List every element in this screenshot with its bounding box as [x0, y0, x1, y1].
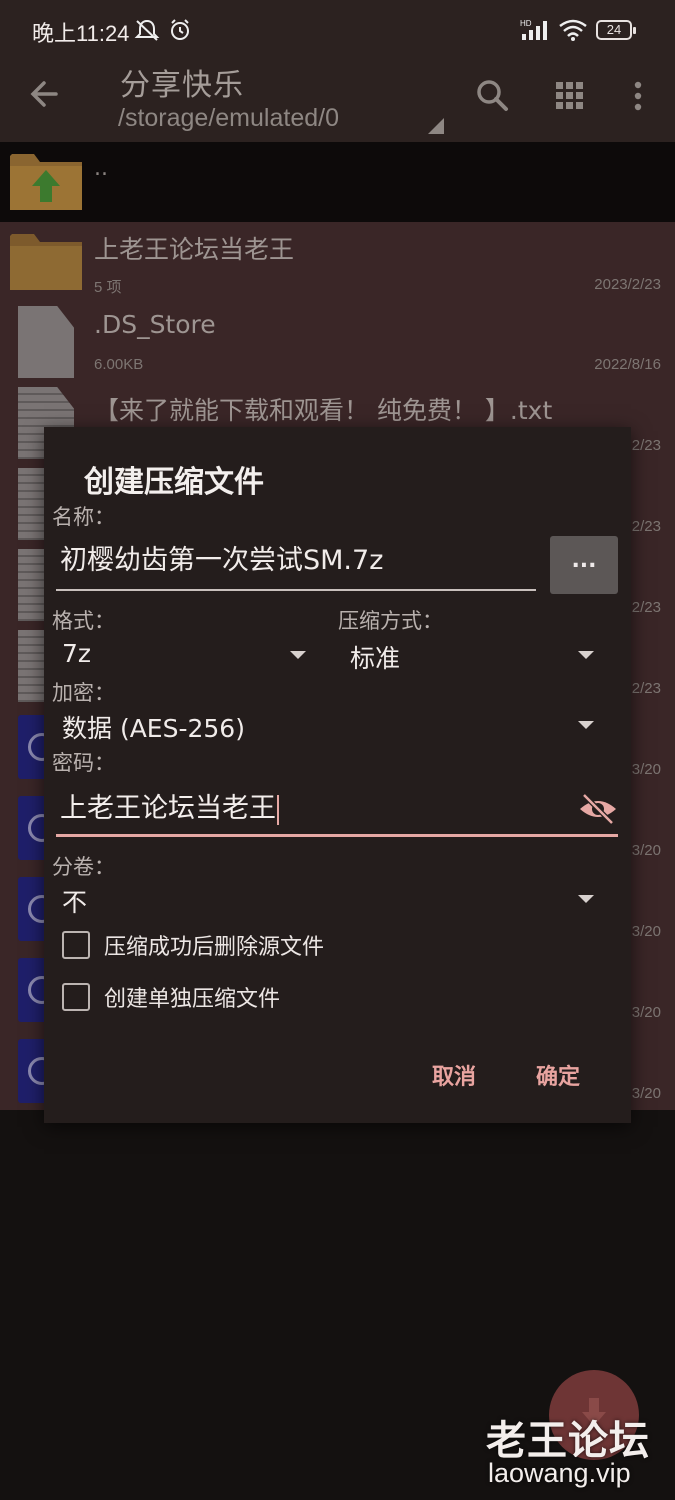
file-icon	[18, 306, 74, 378]
file-date: 3/20	[631, 923, 661, 940]
chevron-down-icon	[578, 651, 594, 659]
file-meta: 5 项	[94, 279, 122, 296]
file-date: 2/23	[631, 599, 661, 616]
split-volume-select[interactable]: 不	[62, 879, 594, 919]
file-date: 2023/2/23	[594, 276, 661, 293]
parent-directory-row[interactable]: ..	[0, 142, 675, 222]
current-path[interactable]: /storage/emulated/0	[118, 104, 339, 133]
file-date: 3/20	[631, 761, 661, 778]
file-date: 2/23	[631, 437, 661, 454]
chevron-down-icon	[578, 721, 594, 729]
file-name: 【来了就能下载和观看！ 纯免费！ 】.txt	[94, 396, 553, 425]
encryption-value: 数据 (AES-256)	[62, 714, 245, 743]
browse-button[interactable]: ...	[550, 536, 618, 594]
search-icon[interactable]	[472, 76, 512, 116]
watermark-url: laowang.vip	[488, 1458, 631, 1488]
delete-source-checkbox[interactable]	[62, 931, 90, 959]
dialog-title: 创建压缩文件	[84, 465, 264, 500]
page-title: 分享快乐	[120, 68, 244, 103]
file-name: 上老王论坛当老王	[94, 235, 295, 264]
file-name: .DS_Store	[94, 310, 216, 339]
file-meta: 6.00KB	[94, 356, 144, 373]
password-label: 密码：	[52, 751, 115, 775]
alarm-icon	[171, 19, 189, 40]
folder-up-icon	[10, 154, 82, 210]
ok-button[interactable]: 确定	[536, 1059, 580, 1091]
split-volume-value: 不	[62, 888, 88, 917]
separate-archive-checkbox[interactable]	[62, 983, 90, 1011]
separate-archive-label: 创建单独压缩文件	[104, 987, 281, 1012]
compression-method-select[interactable]: 标准	[350, 635, 594, 675]
mute-icon	[134, 19, 160, 41]
svg-text:HD: HD	[520, 19, 532, 28]
list-item[interactable]: 上老王论坛当老王 5 项 2023/2/23	[0, 222, 675, 302]
back-arrow-icon[interactable]	[26, 74, 66, 114]
password-value: 上老王论坛当老王	[60, 793, 276, 824]
delete-source-label: 压缩成功后删除源文件	[104, 935, 325, 960]
battery-icon: 24	[596, 20, 636, 40]
file-date: 3/20	[631, 1085, 661, 1102]
archive-name-input[interactable]: 初樱幼齿第一次尝试SM.7z	[56, 535, 536, 591]
file-date: 3/20	[631, 842, 661, 859]
create-archive-dialog: 创建压缩文件 名称： 初樱幼齿第一次尝试SM.7z ... 格式： 压缩方式： …	[44, 427, 631, 1123]
encryption-select[interactable]: 数据 (AES-256)	[62, 705, 594, 745]
format-label: 格式：	[52, 609, 115, 633]
file-date: 2/23	[631, 518, 661, 535]
app-bar: 分享快乐 /storage/emulated/0	[0, 58, 675, 142]
file-date: 2/23	[631, 680, 661, 697]
encryption-label: 加密：	[52, 681, 115, 705]
cancel-button[interactable]: 取消	[432, 1059, 476, 1091]
grid-view-icon[interactable]	[550, 76, 590, 116]
password-input[interactable]: 上老王论坛当老王	[56, 783, 618, 837]
visibility-off-icon[interactable]	[578, 791, 618, 827]
more-options-icon[interactable]	[618, 76, 658, 116]
file-date: 2022/8/16	[594, 356, 661, 373]
delete-source-option[interactable]: 压缩成功后删除源文件	[62, 927, 462, 963]
format-value: 7z	[62, 639, 92, 668]
folder-icon	[10, 234, 82, 290]
wifi-icon	[559, 19, 587, 41]
name-label: 名称：	[52, 505, 115, 529]
status-bar: 晚上11:24 HD 24	[0, 0, 675, 58]
text-cursor	[277, 794, 279, 825]
status-time: 晚上11:24	[32, 21, 130, 46]
compression-method-label: 压缩方式：	[338, 609, 443, 633]
hd-signal-icon: HD	[520, 19, 547, 40]
chevron-down-icon	[578, 895, 594, 903]
compression-method-value: 标准	[350, 644, 401, 673]
path-dropdown-icon[interactable]	[428, 118, 444, 134]
separate-archive-option[interactable]: 创建单独压缩文件	[62, 979, 462, 1015]
chevron-down-icon	[290, 651, 306, 659]
format-select[interactable]: 7z	[62, 635, 310, 675]
split-volume-label: 分卷：	[52, 855, 115, 879]
parent-directory-label: ..	[94, 156, 108, 181]
file-date: 3/20	[631, 1004, 661, 1021]
list-item[interactable]: .DS_Store 6.00KB 2022/8/16	[0, 302, 675, 382]
